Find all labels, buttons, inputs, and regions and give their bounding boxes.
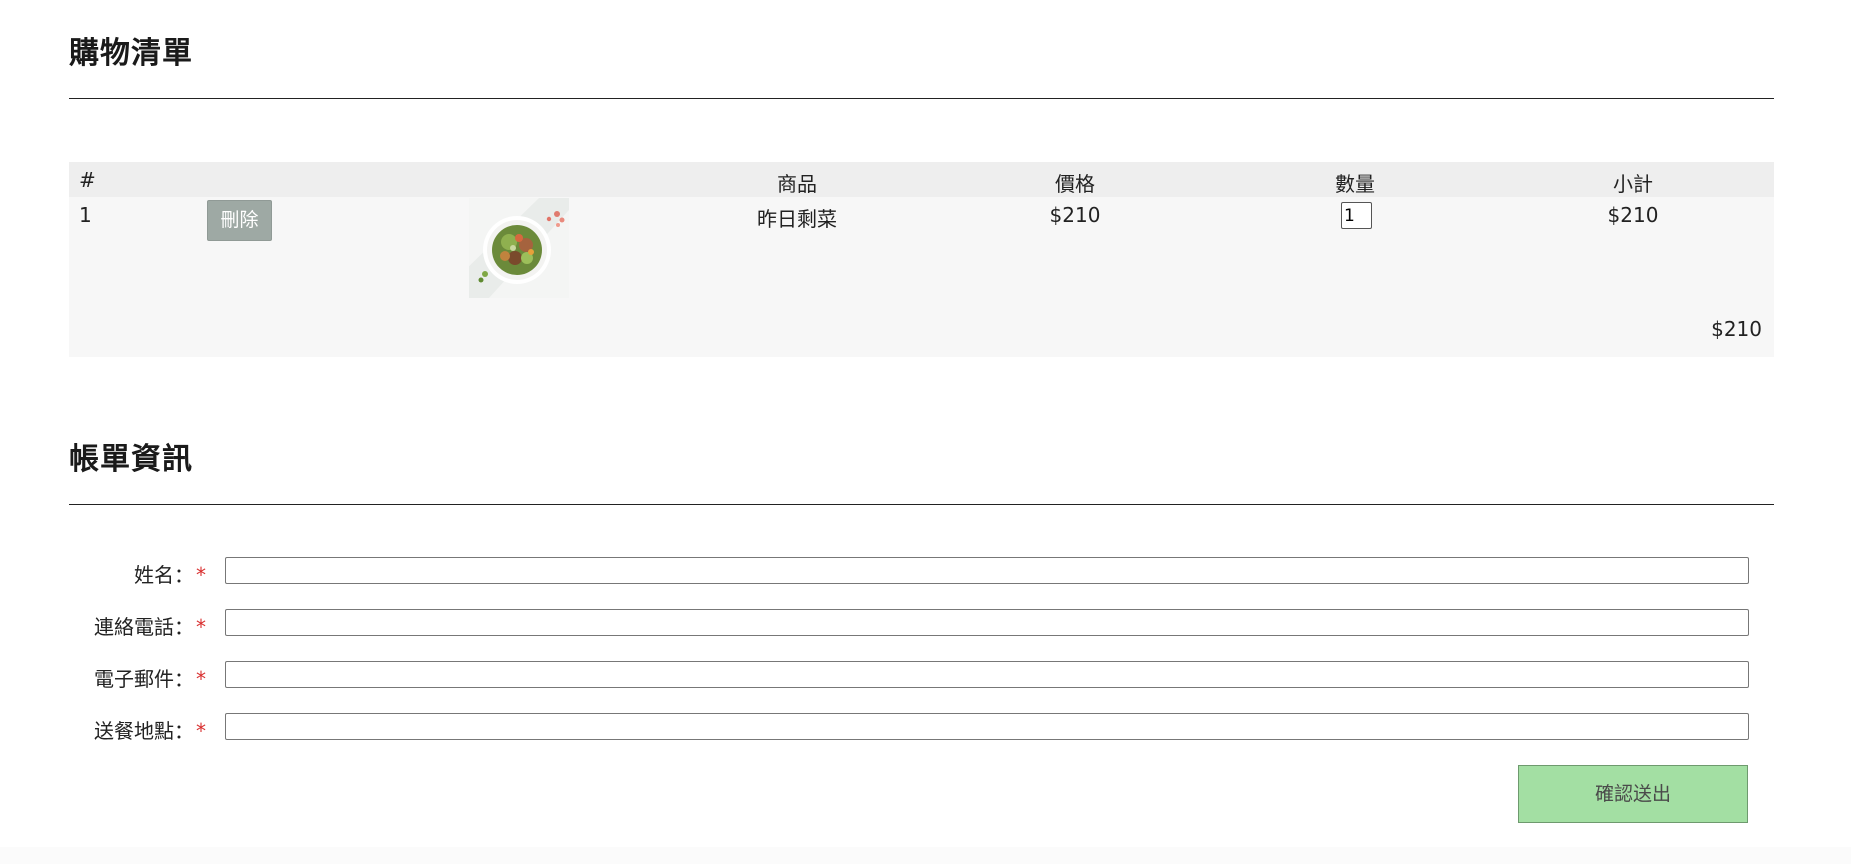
column-header-subtotal: 小計 bbox=[1613, 172, 1653, 196]
cart-title: 購物清單 bbox=[69, 36, 193, 71]
phone-field[interactable] bbox=[225, 609, 1749, 636]
name-field[interactable] bbox=[225, 557, 1749, 584]
address-label-text: 送餐地點： bbox=[94, 719, 194, 743]
required-mark: * bbox=[196, 667, 206, 691]
email-label: 電子郵件： * bbox=[94, 663, 206, 692]
name-label: 姓名： * bbox=[134, 559, 206, 588]
quantity-input[interactable] bbox=[1341, 202, 1372, 229]
row-subtotal: $210 bbox=[1607, 203, 1659, 227]
billing-divider bbox=[69, 504, 1774, 505]
column-header-price: 價格 bbox=[1055, 172, 1095, 196]
delivery-address-field[interactable] bbox=[225, 713, 1749, 740]
cart-table-header: # 商品 價格 數量 小計 bbox=[69, 162, 1774, 197]
row-index: 1 bbox=[79, 203, 92, 227]
cart-total: $210 bbox=[1711, 317, 1762, 341]
name-label-text: 姓名： bbox=[134, 563, 194, 587]
column-header-index: # bbox=[79, 168, 96, 192]
cart-table: # 商品 價格 數量 小計 1 刪除 昨日剩菜 $210 1 $210 $210 bbox=[69, 162, 1774, 357]
address-label: 送餐地點： * bbox=[94, 715, 206, 744]
email-field[interactable] bbox=[225, 661, 1749, 688]
page-bottom-band bbox=[0, 847, 1851, 864]
required-mark: * bbox=[196, 563, 206, 587]
delete-button[interactable]: 刪除 bbox=[207, 200, 272, 241]
phone-label: 連絡電話： * bbox=[94, 611, 206, 640]
column-header-product: 商品 bbox=[777, 172, 817, 196]
product-name: 昨日剩菜 bbox=[757, 207, 837, 231]
cart-divider bbox=[69, 98, 1774, 99]
salad-bowl-image bbox=[469, 198, 569, 298]
submit-button[interactable]: 確認送出 bbox=[1518, 765, 1748, 823]
required-mark: * bbox=[196, 615, 206, 639]
billing-title: 帳單資訊 bbox=[69, 442, 193, 477]
product-price: $210 bbox=[1049, 203, 1101, 227]
required-mark: * bbox=[196, 719, 206, 743]
column-header-quantity: 數量 bbox=[1335, 172, 1375, 196]
phone-label-text: 連絡電話： bbox=[94, 615, 194, 639]
email-label-text: 電子郵件： bbox=[94, 667, 194, 691]
